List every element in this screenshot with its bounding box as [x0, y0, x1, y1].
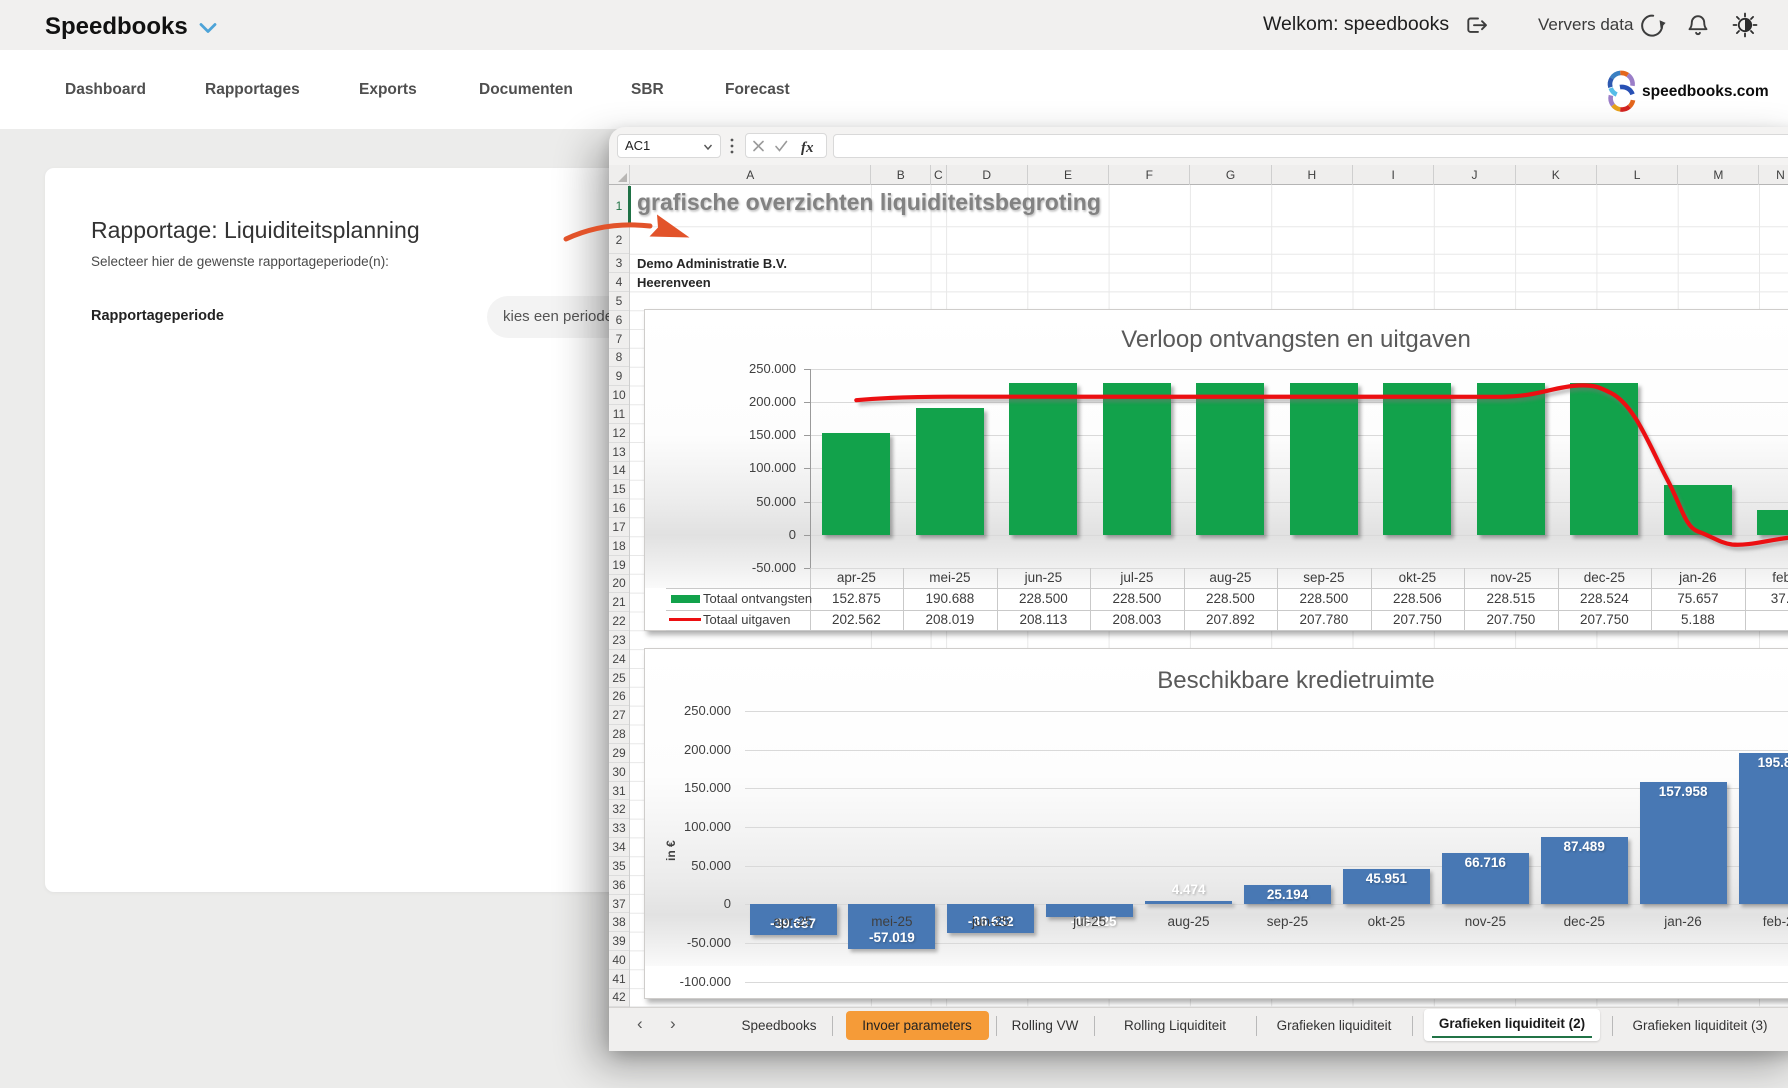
svg-text:fx: fx	[801, 140, 814, 156]
